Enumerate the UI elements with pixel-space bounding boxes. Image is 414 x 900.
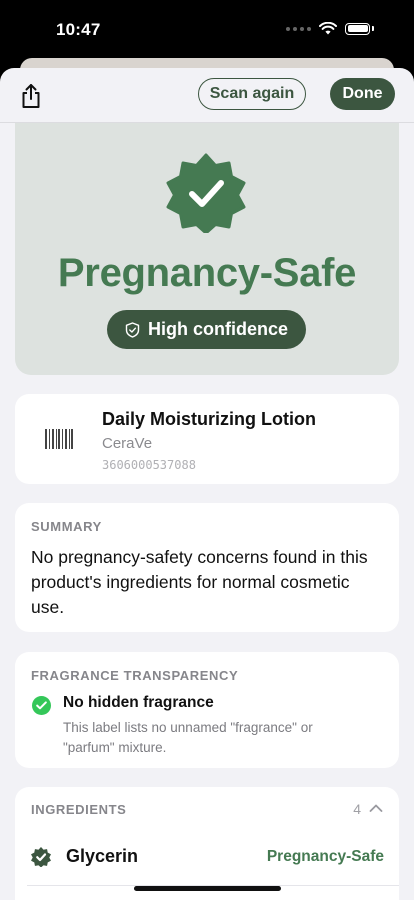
confidence-label: High confidence [147,319,288,339]
scan-result-sheet: Scan again Done Pregnancy-Safe High conf… [0,68,414,900]
chevron-up-icon[interactable] [369,803,383,813]
sheet-toolbar: Scan again Done [0,68,414,122]
product-name: Daily Moisturizing Lotion [102,409,316,429]
verified-badge-icon [31,847,51,867]
cellular-dots-icon [286,26,311,31]
summary-card: SUMMARY No pregnancy-safety concerns fou… [15,503,399,632]
verdict-title: Pregnancy-Safe [57,251,357,295]
status-icons [286,22,374,35]
ingredient-name: Glycerin [66,846,139,866]
product-brand: CeraVe [102,435,153,452]
share-icon[interactable] [18,82,44,110]
fragrance-heading: FRAGRANCE TRANSPARENCY [31,668,239,683]
fragrance-title: No hidden fragrance [63,694,214,711]
product-card: Daily Moisturizing Lotion CeraVe 3606000… [15,394,399,484]
confidence-badge: High confidence [107,310,306,349]
summary-heading: SUMMARY [31,519,102,534]
fragrance-card: FRAGRANCE TRANSPARENCY No hidden fragran… [15,652,399,768]
ingredients-count: 4 [353,801,361,817]
home-indicator[interactable] [134,886,281,891]
ingredients-card[interactable]: INGREDIENTS 4 Glycerin Pregnancy-Safe [15,787,399,900]
scan-again-button[interactable]: Scan again [198,78,306,110]
ingredients-heading: INGREDIENTS [31,802,127,817]
product-barcode-number: 3606000537088 [102,458,196,472]
shield-check-icon [125,321,140,338]
done-button[interactable]: Done [330,78,395,110]
verified-badge-icon [166,153,246,233]
check-circle-icon [32,696,51,715]
summary-text: No pregnancy-safety concerns found in th… [31,547,368,617]
battery-nub [372,26,374,31]
verdict-hero-card: Pregnancy-Safe High confidence [15,123,399,375]
checkmark-icon [36,701,47,710]
fragrance-description: This label lists no unnamed "fragrance" … [63,720,313,755]
ingredient-verdict: Pregnancy-Safe [266,848,384,865]
status-time: 10:47 [56,20,101,39]
wifi-icon [319,22,337,35]
status-bar: 10:47 [0,0,414,60]
battery-icon [345,22,370,35]
barcode-icon [45,429,73,449]
